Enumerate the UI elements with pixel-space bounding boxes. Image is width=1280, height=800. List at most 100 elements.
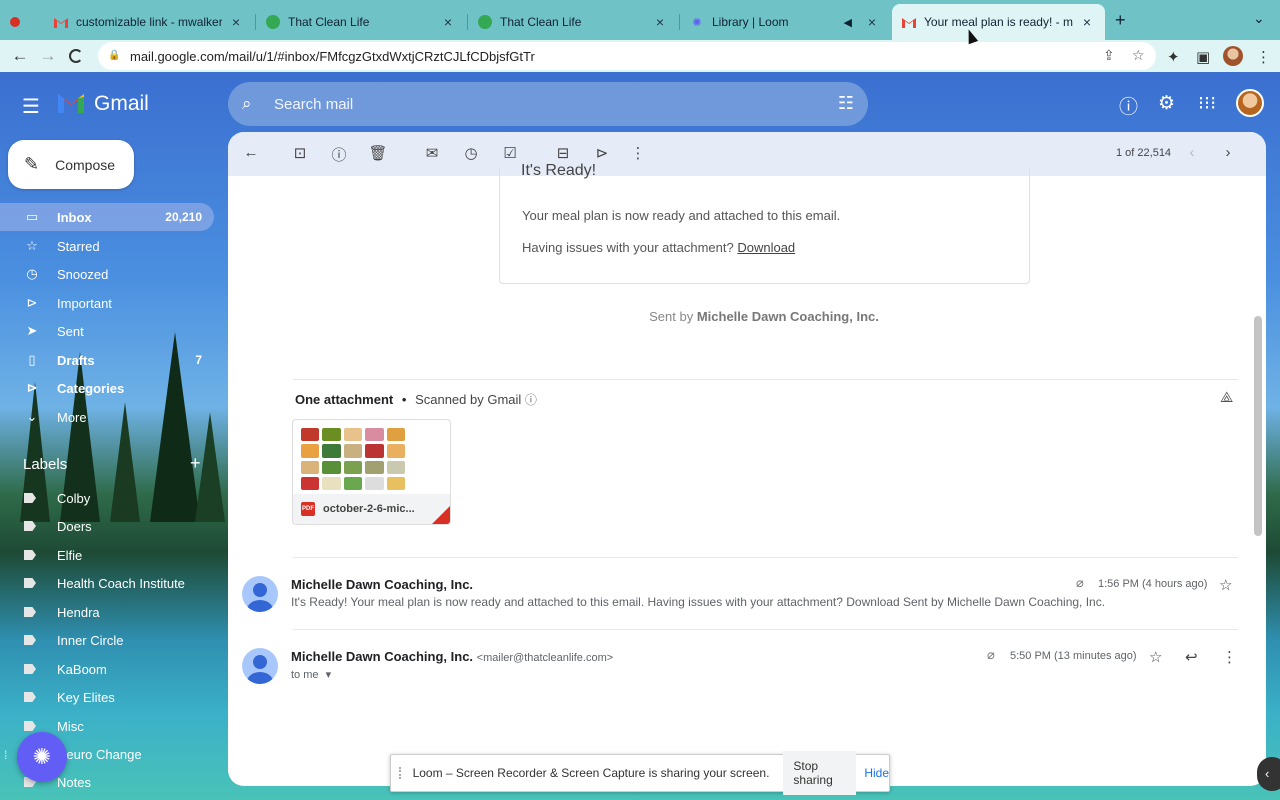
apps-grid-icon[interactable]: ⁝⁝⁝ — [1198, 92, 1216, 115]
mark-unread-icon[interactable]: ✉ — [422, 144, 442, 162]
newer-icon[interactable]: ‹ — [1182, 144, 1202, 161]
message-pane: ← ⊡ ⓘ 🗑 ✉ ◷ ☑ ⊟ ⊳ ⋮ 1 of 22,514 ‹ › It's… — [228, 132, 1266, 786]
snooze-icon[interactable]: ◷ — [461, 144, 481, 162]
audio-muted-icon[interactable]: ◀ — [844, 16, 852, 29]
search-bar[interactable]: ⌕ Search mail ☷ — [228, 82, 868, 126]
close-tab-icon[interactable]: × — [440, 14, 456, 30]
attachment-thumbnail[interactable]: PDF october-2-6-mic... — [292, 419, 451, 525]
move-to-icon[interactable]: ⊟ — [553, 144, 573, 162]
address-bar[interactable]: 🔒 mail.google.com/mail/u/1/#inbox/FMfcgz… — [98, 42, 1156, 70]
archive-icon[interactable]: ⊡ — [290, 144, 310, 162]
new-tab-icon[interactable]: + — [1115, 10, 1126, 31]
search-options-icon[interactable]: ☷ — [838, 93, 854, 114]
sender-name[interactable]: Michelle Dawn Coaching, Inc. — [291, 577, 473, 592]
gmail-icon — [54, 15, 68, 29]
sidebar-item-more[interactable]: ⌄ More — [0, 403, 214, 431]
label-tag-icon — [24, 521, 36, 531]
label-item[interactable]: Inner Circle — [0, 626, 214, 654]
extensions-icon[interactable]: ✦ — [1167, 48, 1180, 66]
back-icon[interactable]: ← — [8, 44, 32, 68]
label-item[interactable]: KaBoom — [0, 655, 214, 683]
close-tab-icon[interactable]: × — [864, 14, 880, 30]
hide-button[interactable]: Hide — [864, 766, 889, 780]
drag-handle-icon[interactable] — [399, 767, 403, 779]
divider — [293, 379, 1238, 380]
sidebar-item-inbox[interactable]: ▭ Inbox 20,210 — [0, 203, 214, 231]
settings-gear-icon[interactable]: ⚙ — [1158, 92, 1175, 115]
loom-control-button[interactable]: ✺ — [17, 732, 67, 782]
share-icon[interactable]: ⇪ — [1103, 47, 1115, 64]
app-name: Gmail — [94, 92, 149, 115]
email-body-line: Having issues with your attachment? Down… — [522, 240, 796, 255]
stop-sharing-button[interactable]: Stop sharing — [783, 751, 857, 795]
forward-icon[interactable]: → — [36, 44, 60, 68]
bookmark-star-icon[interactable]: ☆ — [1132, 47, 1145, 64]
draft-icon: ▯ — [28, 352, 36, 367]
star-icon[interactable]: ☆ — [1219, 576, 1232, 594]
label-item[interactable]: Colby — [0, 484, 214, 512]
sidebar-item-snoozed[interactable]: ◷ Snoozed — [0, 260, 214, 288]
close-tab-icon[interactable]: × — [1079, 14, 1095, 30]
tab-search-icon[interactable]: ⌄ — [1253, 10, 1265, 27]
compose-button[interactable]: ✎ Compose — [8, 140, 134, 189]
label-item[interactable]: Hendra — [0, 598, 214, 626]
pencil-icon: ✎ — [24, 154, 40, 174]
divider — [293, 629, 1238, 630]
scrollbar[interactable] — [1254, 316, 1262, 536]
delete-icon[interactable]: 🗑 — [368, 144, 388, 162]
side-panel-toggle[interactable]: ‹ — [1257, 757, 1280, 791]
close-tab-icon[interactable]: × — [652, 14, 668, 30]
back-to-inbox-icon[interactable]: ← — [241, 144, 261, 161]
side-panel-icon[interactable]: ▣ — [1196, 48, 1210, 66]
message-snippet[interactable]: It's Ready! Your meal plan is now ready … — [291, 595, 1105, 609]
browser-profile-avatar[interactable] — [1223, 46, 1243, 66]
pdf-icon: PDF — [301, 502, 315, 516]
labels-icon[interactable]: ⊳ — [592, 144, 612, 162]
download-link[interactable]: Download — [737, 240, 795, 255]
tab-3[interactable]: That Clean Life × — [468, 6, 678, 38]
loading-icon[interactable] — [64, 44, 88, 68]
attachment-clip-icon: ⌀ — [987, 647, 995, 662]
label-tag-icon — [24, 664, 36, 674]
star-icon[interactable]: ☆ — [1149, 648, 1162, 666]
labels-heading: Labels — [23, 456, 68, 473]
close-tab-icon[interactable]: × — [228, 14, 244, 30]
message-more-icon[interactable]: ⋮ — [1222, 648, 1237, 666]
browser-menu-icon[interactable]: ⋮ — [1256, 48, 1271, 66]
add-to-tasks-icon[interactable]: ☑ — [500, 144, 520, 162]
label-item[interactable]: Health Coach Institute — [0, 569, 214, 597]
label-item[interactable]: Elfie — [0, 541, 214, 569]
loom-drag-handle[interactable]: ⁞ — [4, 748, 7, 762]
label-item[interactable]: Doers — [0, 512, 214, 540]
label-tag-icon — [24, 550, 36, 560]
sidebar-item-sent[interactable]: ➤ Sent — [0, 317, 214, 345]
tab-5-active[interactable]: Your meal plan is ready! - mca × — [892, 4, 1105, 40]
chevron-down-icon[interactable]: ▾ — [326, 669, 332, 681]
support-icon[interactable]: ⓘ — [1119, 92, 1138, 119]
more-options-icon[interactable]: ⋮ — [628, 144, 648, 162]
sender-name[interactable]: Michelle Dawn Coaching, Inc. <mailer@tha… — [291, 649, 613, 664]
create-label-icon[interactable]: + — [190, 453, 201, 474]
report-spam-icon[interactable]: ⓘ — [329, 144, 349, 165]
older-icon[interactable]: › — [1218, 144, 1238, 161]
that-clean-life-icon — [266, 15, 280, 29]
search-input[interactable]: Search mail — [274, 96, 353, 113]
tab-4[interactable]: ✺ Library | Loom ◀ × — [680, 6, 890, 38]
label-tag-icon — [24, 578, 36, 588]
sidebar-item-drafts[interactable]: ▯ Drafts 7 — [0, 346, 214, 374]
attachment-corner — [432, 506, 450, 524]
info-icon[interactable]: ⓘ — [525, 393, 537, 407]
add-to-drive-icon[interactable]: ⟁ — [1220, 389, 1233, 406]
account-avatar[interactable] — [1236, 89, 1264, 117]
sidebar-item-categories[interactable]: ⊳ Categories — [0, 374, 214, 402]
reply-icon[interactable]: ↩ — [1185, 648, 1198, 666]
label-item[interactable]: Key Elites — [0, 683, 214, 711]
sidebar-item-important[interactable]: ⊳ Important — [0, 289, 214, 317]
main-menu-icon[interactable]: ☰ — [22, 94, 40, 119]
tab-2[interactable]: That Clean Life × — [256, 6, 466, 38]
search-icon[interactable]: ⌕ — [242, 94, 262, 114]
tab-1[interactable]: customizable link - mwalker8... × — [44, 6, 254, 38]
recipient-details[interactable]: to me ▾ — [291, 668, 331, 681]
sidebar-item-starred[interactable]: ☆ Starred — [0, 232, 214, 260]
gmail-logo[interactable] — [56, 91, 86, 115]
